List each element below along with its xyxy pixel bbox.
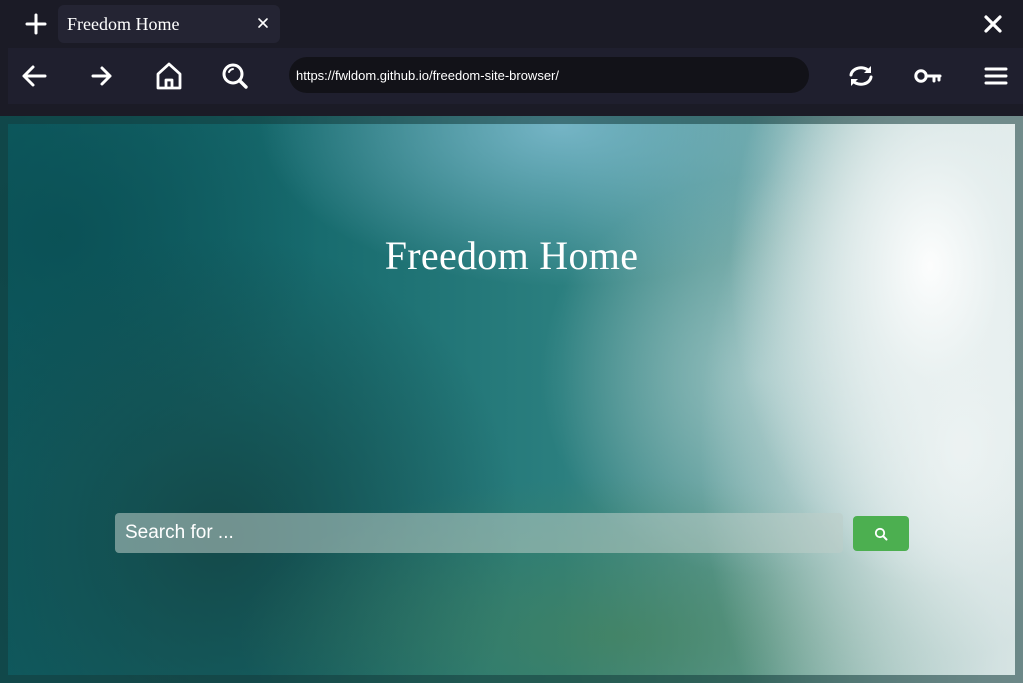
plus-icon (25, 13, 47, 35)
back-button[interactable] (16, 58, 52, 94)
page-title: Freedom Home (384, 233, 639, 278)
arrow-left-icon (22, 65, 47, 87)
close-icon (984, 15, 1002, 33)
navigation-toolbar (8, 48, 1023, 104)
address-bar[interactable] (289, 57, 809, 93)
reload-icon (849, 66, 873, 86)
background-frame (0, 116, 1023, 683)
search-icon (874, 527, 888, 540)
new-tab-button[interactable] (20, 8, 52, 40)
url-input[interactable] (296, 67, 809, 83)
tab-bar: Freedom Home (0, 0, 1023, 48)
reload-button[interactable] (843, 58, 879, 94)
search-button[interactable] (217, 58, 253, 94)
window-close-button[interactable] (980, 11, 1006, 37)
tab-title: Freedom Home (67, 14, 180, 34)
home-icon (156, 62, 182, 90)
search-icon (222, 63, 248, 89)
search-submit-button[interactable] (853, 516, 909, 551)
hamburger-menu-icon (984, 67, 1008, 85)
arrow-right-icon (91, 66, 112, 86)
home-button[interactable] (151, 58, 187, 94)
tab-close-button[interactable] (254, 14, 272, 32)
forward-button[interactable] (84, 58, 120, 94)
key-icon (914, 69, 942, 83)
web-content: Freedom Home (0, 116, 1023, 683)
close-icon (258, 18, 268, 28)
menu-button[interactable] (978, 58, 1014, 94)
search-input[interactable] (115, 513, 843, 553)
password-manager-button[interactable] (910, 58, 946, 94)
tab-freedom-home[interactable]: Freedom Home (58, 5, 280, 43)
